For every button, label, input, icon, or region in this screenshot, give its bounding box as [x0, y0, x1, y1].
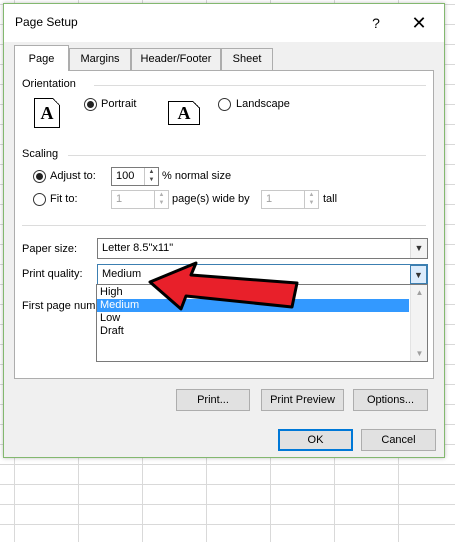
annotation-arrow-icon	[148, 261, 299, 311]
red-arrow-shape	[148, 261, 299, 311]
